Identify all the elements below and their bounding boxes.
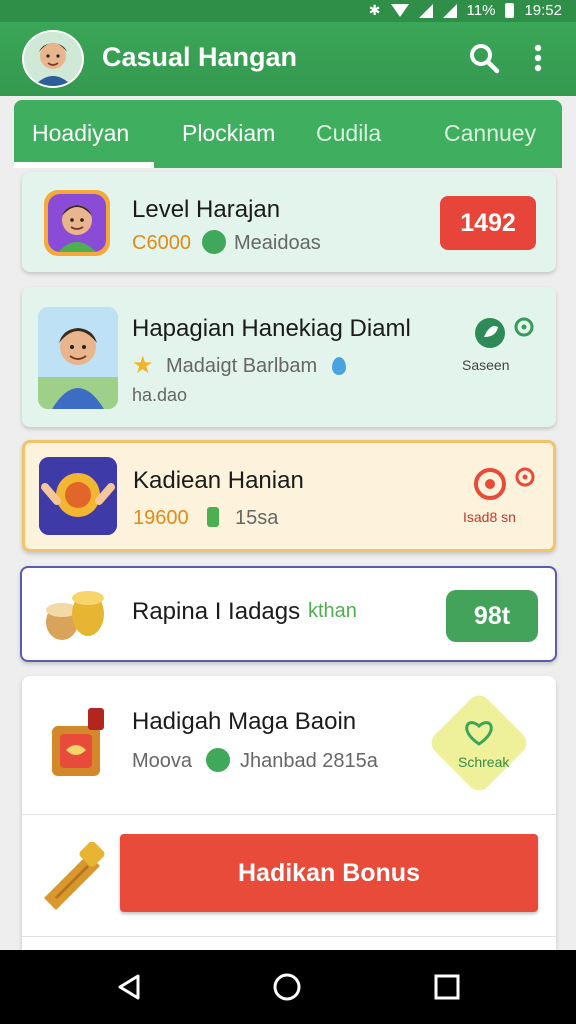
tab-plockiam[interactable]: Plockiam [182,120,275,147]
navigation-bar [0,950,576,1024]
settings-icon[interactable] [515,467,535,487]
more-options-button[interactable] [526,40,550,76]
search-button[interactable] [466,40,502,76]
battery-icon [505,3,515,18]
signal-icon [442,3,457,18]
leaf-icon [207,507,219,527]
character-thumbnail [38,307,118,409]
item-tag: kthan [308,600,357,622]
item-extra: ha.dao [132,385,188,405]
list-item[interactable]: Kadiean Hanian 19600 15sa Isad8 sn [22,440,556,552]
item-meta-right: Jhanbad 2815a [240,750,378,772]
list-item[interactable]: Rapina I Iadags kthan 98t [20,566,557,662]
coin-icon [202,230,226,254]
signal-icon [418,3,433,18]
home-icon[interactable] [272,972,302,1002]
side-label: Schreak [458,754,510,770]
status-icons: ✱ 11% 19:52 [369,2,562,19]
item-title: Hadigah Maga Baoin [132,708,357,735]
coins-icon [46,591,104,640]
list-item[interactable]: Level Harajan C6000 Meaidoas 1492 [22,172,556,272]
wifi-icon [390,4,409,17]
heart-icon [465,721,493,746]
score-badge[interactable]: 1492 [440,196,536,250]
game-thumbnail [44,190,110,256]
item-meta: Meaidoas [234,232,321,254]
app-bar: Casual Hangan [0,22,576,96]
leaf-icon [206,748,230,772]
battery-text: 11% [466,2,496,19]
item-value: C6000 [132,232,191,254]
bonus-button[interactable]: Hadikan Bonus [120,834,538,912]
status-bar: ✱ 11% 19:52 [0,0,576,22]
item-title: Level Harajan [132,196,281,223]
avatar[interactable] [22,30,84,88]
side-label: Saseen [462,357,510,373]
tab-bar: Hoadiyan Plockiam Cudila Cannuey [14,100,562,168]
count-badge[interactable]: 98t [446,590,538,642]
search-icon [470,44,500,74]
scroll-icon [44,842,105,910]
drop-icon [332,357,346,375]
tab-cannuey[interactable]: Cannuey [444,120,536,147]
target-icon [474,468,506,500]
recents-icon[interactable] [432,972,462,1002]
item-value: 19600 [133,507,189,529]
list-item[interactable]: Hapagian Hanekiag Diaml ★ Madaigt Barlba… [22,287,556,427]
divider [22,814,556,815]
app-title: Casual Hangan [102,42,298,72]
game-thumbnail [39,457,117,535]
bluetooth-icon: ✱ [368,2,381,18]
side-label: Isad8 sn [463,509,516,525]
back-icon[interactable] [114,972,144,1002]
clock: 19:52 [524,2,562,19]
item-title: Hapagian Hanekiag Diaml [132,315,411,342]
star-icon: ★ [132,352,154,379]
item-title: Rapina I Iadags [132,598,301,625]
tab-cudila[interactable]: Cudila [316,120,381,147]
tab-hoadiyan[interactable]: Hoadiyan [32,120,129,147]
lantern-icon [52,708,104,776]
item-title: Kadiean Hanian [133,467,304,494]
list-item[interactable]: Hadigah Maga Baoin Moova Jhanbad 2815a S… [22,676,556,950]
divider [22,936,556,937]
item-meta: 15sa [235,507,279,529]
settings-icon[interactable] [514,317,534,337]
leaf-icon [475,318,505,348]
item-meta-left: Moova [132,750,193,772]
more-vert-icon [534,44,542,72]
tab-indicator [14,162,154,168]
item-meta: Madaigt Barlbam [166,355,318,377]
